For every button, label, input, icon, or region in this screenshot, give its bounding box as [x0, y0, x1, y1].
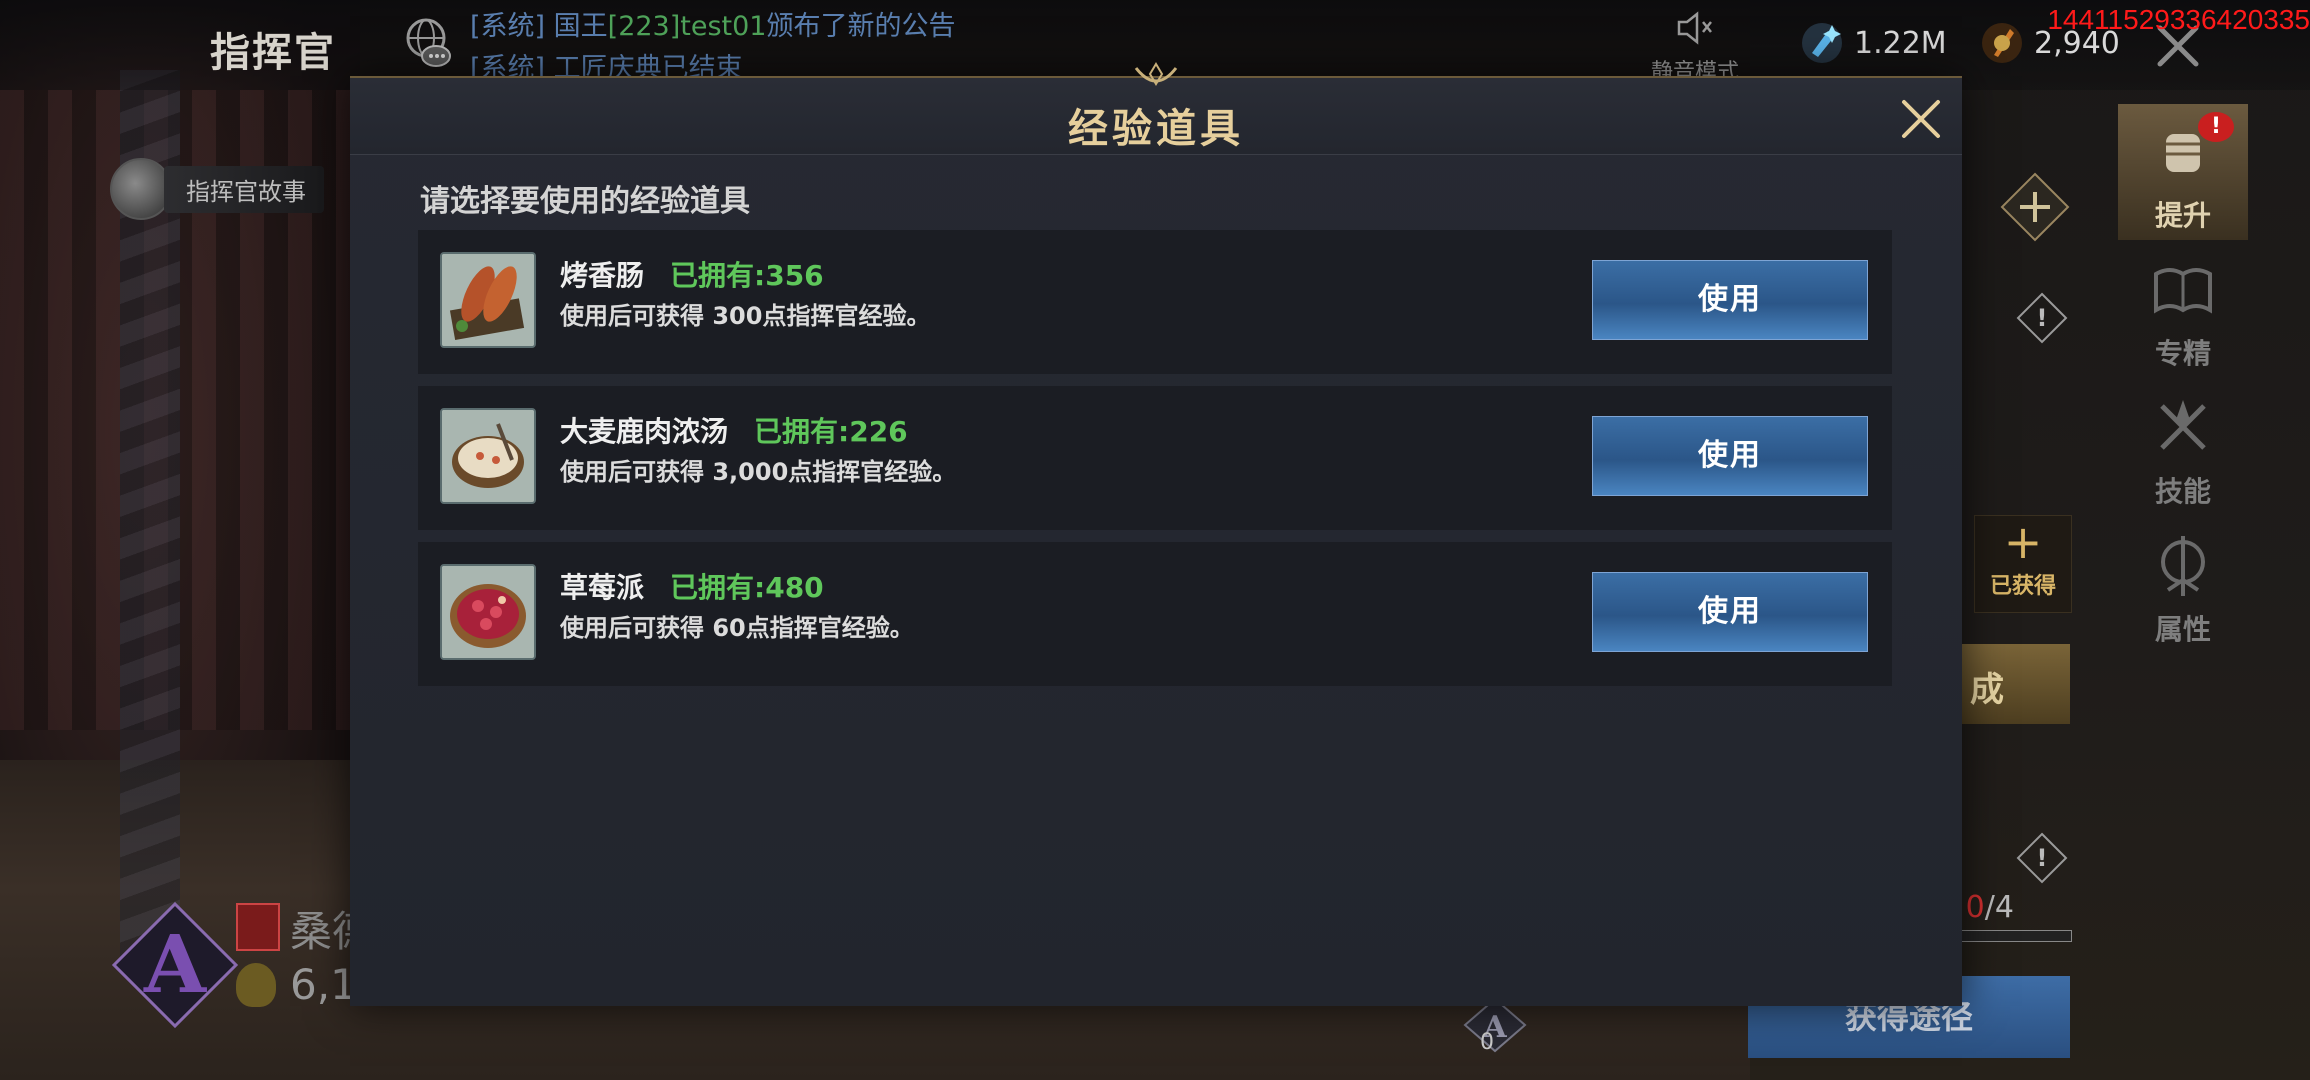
item-name: 草莓派 已拥有:480: [560, 566, 824, 606]
soup-icon: [442, 410, 534, 502]
tab-skills[interactable]: 技能: [2118, 380, 2248, 516]
book-icon: [2154, 268, 2212, 314]
item-description: 使用后可获得 3,000点指挥官经验。: [560, 458, 957, 486]
crest-ornament-icon: [1134, 62, 1178, 86]
crystal-icon: [1802, 23, 1842, 63]
tab-attributes[interactable]: 属性: [2118, 518, 2248, 654]
gem-amount: 1.22M: [1854, 25, 1947, 61]
item-title: 大麦鹿肉浓汤: [560, 415, 729, 448]
rank-count: 0: [1480, 1030, 1494, 1055]
svg-text:A: A: [143, 917, 207, 1011]
tab-upgrade[interactable]: 提升 !: [2118, 104, 2248, 240]
item-icon-frame: [440, 252, 536, 348]
chat-message-player: [223]test01: [607, 11, 767, 42]
chat-globe-icon[interactable]: [400, 14, 456, 70]
close-icon[interactable]: [1898, 96, 1944, 142]
svg-text:!: !: [2037, 844, 2048, 872]
item-icon-frame: [440, 564, 536, 660]
sword-icon: [2160, 400, 2206, 450]
obtained-slot[interactable]: + 已获得: [1974, 515, 2072, 613]
commander-story-button[interactable]: 指挥官故事: [110, 158, 324, 220]
fragment-progress-bar: [1960, 930, 2072, 942]
fragment-total: /4: [1984, 890, 2014, 925]
plus-icon: +: [2003, 515, 2043, 569]
dialog-subtitle: 请选择要使用的经验道具: [420, 184, 750, 219]
pie-icon: [442, 566, 534, 658]
sausage-icon: [442, 254, 534, 346]
speaker-mute-icon: [1677, 11, 1712, 45]
dialog-header: 经验道具: [350, 62, 1962, 155]
obtained-label: 已获得: [1989, 574, 2056, 599]
gold-action-label: 成: [1970, 670, 2004, 710]
attribute-icon: [2161, 536, 2205, 596]
gold-action-button[interactable]: 成: [1960, 644, 2070, 724]
rank-a-emblem-icon: A: [111, 901, 239, 1029]
list-item: 草莓派 已拥有:480 使用后可获得 60点指挥官经验。 使用: [418, 542, 1892, 686]
fragment-current: 0: [1965, 890, 1985, 925]
crossed-swords-icon: [236, 903, 280, 951]
use-button[interactable]: 使用: [1592, 416, 1868, 496]
commander-story-label: 指挥官故事: [164, 165, 324, 213]
item-name: 烤香肠 已拥有:356: [560, 254, 824, 294]
tab-mastery[interactable]: 专精: [2118, 242, 2248, 378]
item-name: 大麦鹿肉浓汤 已拥有:226: [560, 410, 908, 450]
commander-power: 6,1: [290, 960, 357, 1009]
exp-items-dialog: 经验道具 请选择要使用的经验道具 烤香肠 已拥有:356 使用后可获得 300点指…: [350, 62, 1962, 1006]
chat-message-1[interactable]: [系统] 国王[223]test01颁布了新的公告: [470, 4, 955, 43]
side-tab-bar: 提升 ! 专精 技能 属性: [2118, 104, 2248, 656]
use-button[interactable]: 使用: [1592, 260, 1868, 340]
use-button[interactable]: 使用: [1592, 572, 1868, 652]
helmet-icon: [110, 158, 172, 220]
dialog-title: 经验道具: [1068, 105, 1244, 152]
item-owned-count: 已拥有:480: [670, 571, 824, 604]
gold-coin-icon: [1982, 23, 2022, 63]
tab-upgrade-label: 提升: [2154, 199, 2211, 232]
debug-id-overlay: 14411529336420335: [2047, 4, 2310, 35]
gem-resource[interactable]: 1.22M: [1800, 18, 1947, 68]
list-item: 烤香肠 已拥有:356 使用后可获得 300点指挥官经验。 使用: [418, 230, 1892, 374]
tab-mastery-label: 专精: [2154, 337, 2211, 370]
page-title: 指挥官: [210, 29, 336, 76]
chat-message-suffix: 颁布了新的公告: [766, 11, 956, 42]
item-owned-count: 已拥有:356: [670, 259, 824, 292]
info-diamond-icon-2[interactable]: !: [2016, 832, 2068, 884]
item-description: 使用后可获得 60点指挥官经验。: [560, 614, 914, 642]
add-diamond-icon[interactable]: [2000, 172, 2070, 242]
item-title: 草莓派: [560, 571, 645, 604]
item-description: 使用后可获得 300点指挥官经验。: [560, 302, 931, 330]
notification-badge: !: [2198, 112, 2234, 142]
item-owned-count: 已拥有:226: [754, 415, 908, 448]
chat-message-prefix: [系统] 国王: [470, 11, 608, 42]
tab-attributes-label: 属性: [2154, 613, 2211, 646]
mute-toggle[interactable]: 静音模式: [1640, 8, 1750, 86]
item-title: 烤香肠: [560, 259, 645, 292]
svg-text:!: !: [2037, 304, 2048, 332]
item-icon-frame: [440, 408, 536, 504]
tab-skills-label: 技能: [2154, 475, 2211, 508]
list-item: 大麦鹿肉浓汤 已拥有:226 使用后可获得 3,000点指挥官经验。 使用: [418, 386, 1892, 530]
power-icon: [236, 963, 276, 1007]
info-diamond-icon[interactable]: !: [2016, 292, 2068, 344]
